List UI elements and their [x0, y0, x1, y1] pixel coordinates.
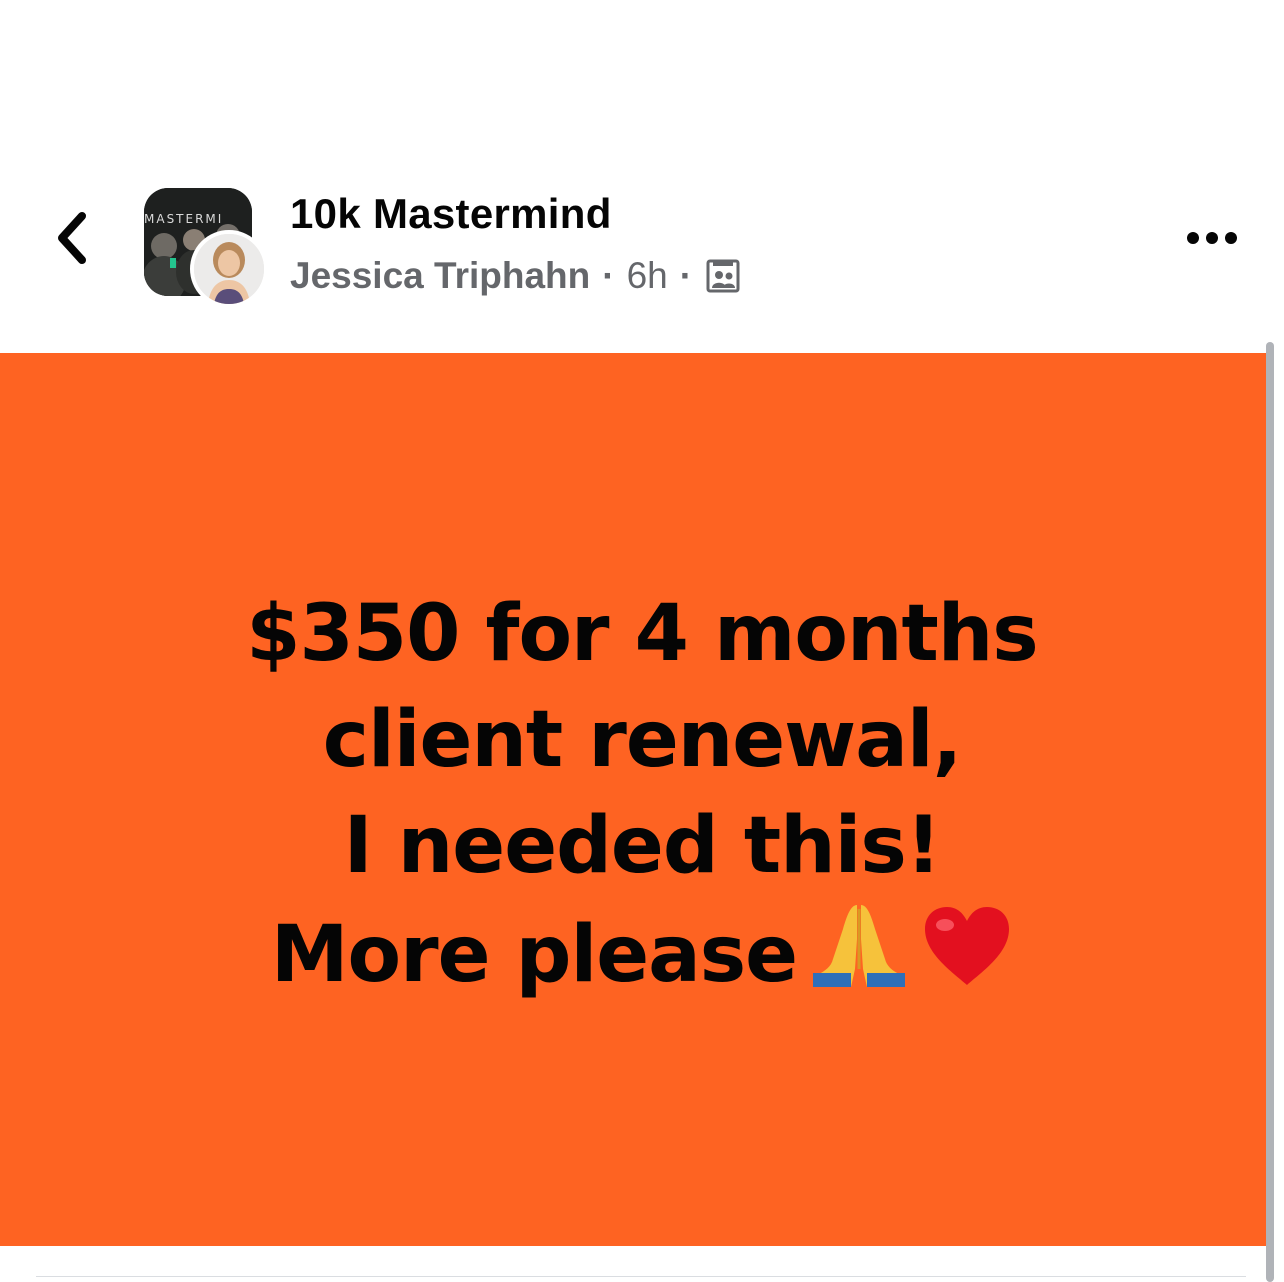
author-photo: [194, 234, 264, 304]
back-button[interactable]: [46, 208, 98, 268]
post-text-line-text: More please: [270, 910, 798, 1000]
post-text-line: I needed this!: [343, 801, 942, 891]
more-options-button[interactable]: [1180, 214, 1244, 262]
red-heart-icon: [921, 903, 1013, 1016]
post-header: MASTERMI 10k Mastermind Jessica Triphahn…: [0, 0, 1284, 353]
chevron-left-icon: [58, 212, 86, 264]
group-audience-icon: [706, 259, 740, 293]
author-avatar[interactable]: [190, 230, 268, 308]
group-name[interactable]: 10k Mastermind: [290, 190, 612, 238]
divider: [36, 1276, 1246, 1277]
post-background-card[interactable]: $350 for 4 months client renewal, I need…: [0, 353, 1268, 1246]
post-time[interactable]: 6h: [627, 255, 668, 297]
post-text: $350 for 4 months client renewal, I need…: [0, 581, 1284, 1016]
post-text-line: client renewal,: [322, 695, 962, 785]
folded-hands-icon: [811, 899, 907, 1016]
post-text-line: $350 for 4 months: [246, 589, 1038, 679]
post-avatars[interactable]: MASTERMI: [142, 186, 272, 310]
post-meta: Jessica Triphahn · 6h ·: [290, 252, 740, 300]
more-horizontal-icon: [1187, 232, 1237, 244]
meta-separator: ·: [602, 255, 615, 296]
meta-separator: ·: [679, 255, 693, 296]
post-text-line-last: More please: [0, 899, 1284, 1016]
author-name[interactable]: Jessica Triphahn: [290, 255, 590, 297]
group-avatar-wordmark: MASTERMI: [144, 212, 224, 226]
vertical-scrollbar[interactable]: [1266, 342, 1274, 1282]
